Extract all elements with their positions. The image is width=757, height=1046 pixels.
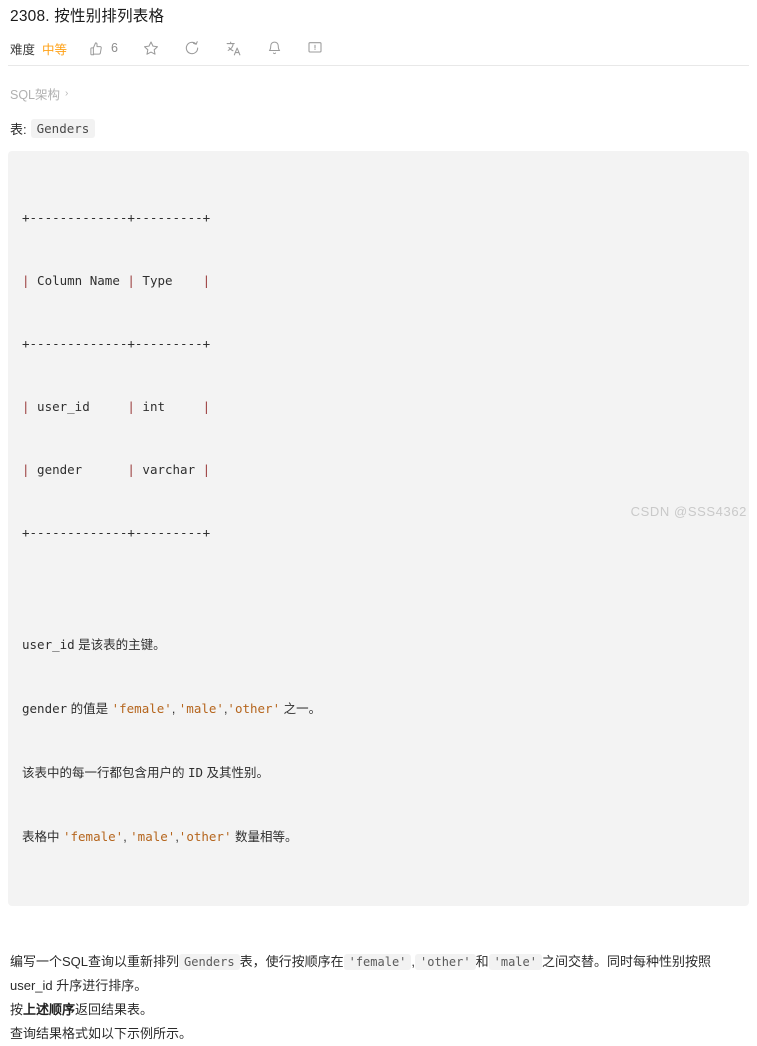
description-line-3: 查询结果格式如以下示例所示。	[10, 1026, 193, 1041]
code-note-1: gender 的值是 'female', 'male','other' 之一。	[22, 701, 322, 716]
inline-code-male: 'male'	[488, 954, 542, 970]
desc-line2-b: 返回结果表。	[75, 1002, 154, 1017]
code-row-0: | user_id | int |	[22, 399, 211, 414]
description-line-2: 按上述顺序返回结果表。	[10, 998, 749, 1022]
difficulty-label: 难度	[10, 42, 36, 57]
like-count: 6	[111, 41, 118, 55]
inline-code-genders: Genders	[179, 954, 240, 970]
translate-button[interactable]	[225, 40, 242, 57]
translate-icon	[225, 40, 242, 57]
chevron-right-icon: ›	[65, 87, 69, 99]
page-title: 2308. 按性别排列表格	[10, 8, 165, 25]
code-border-top: +-------------+---------+	[22, 210, 211, 225]
csdn-watermark: CSDN @SSS4362	[630, 504, 747, 519]
desc-line2-bold: 上述顺序	[23, 1002, 76, 1017]
difficulty-value: 中等	[42, 42, 68, 57]
share-icon	[184, 40, 200, 56]
code-row-1: | gender | varchar |	[22, 462, 211, 477]
desc-text-a: 编写一个SQL查询以重新排列	[10, 954, 180, 969]
schema-code-block: +-------------+---------+ | Column Name …	[8, 151, 749, 906]
desc-line2-a: 按	[10, 1002, 24, 1017]
bell-icon	[267, 40, 282, 56]
code-spacer	[22, 585, 735, 592]
notification-button[interactable]	[267, 40, 282, 56]
inline-code-female: 'female'	[343, 954, 412, 970]
star-icon	[143, 40, 159, 56]
problem-description: 编写一个SQL查询以重新排列 Genders 表，使行按顺序在'female','o…	[8, 950, 749, 1046]
comment-button[interactable]	[307, 40, 323, 56]
favorite-button[interactable]	[143, 40, 159, 56]
code-note-0: user_id 是该表的主键。	[22, 637, 166, 652]
code-header-row: | Column Name | Type |	[22, 273, 211, 288]
code-note-3: 表格中 'female', 'male','other' 数量相等。	[22, 829, 298, 844]
sql-schema-label: SQL架构	[10, 88, 61, 102]
share-button[interactable]	[184, 40, 200, 56]
inline-code-other: 'other'	[415, 954, 476, 970]
thumbs-up-icon	[89, 41, 104, 56]
table-prefix-label: 表:	[10, 122, 27, 137]
header-divider	[8, 65, 749, 66]
problem-page: 2308. 按性别排列表格 难度 中等 6 SQL架构 › 表: Genders…	[0, 0, 757, 1041]
comment-icon	[307, 40, 323, 56]
table-name-chip: Genders	[30, 119, 96, 138]
sql-schema-toggle[interactable]: SQL架构 ›	[8, 84, 749, 103]
description-line-1: 编写一个SQL查询以重新排列 Genders 表，使行按顺序在'female','o…	[10, 950, 749, 998]
table-name-line: 表: Genders	[8, 119, 749, 138]
desc-text-d: 和	[475, 954, 489, 969]
problem-toolbar: 难度 中等 6	[8, 33, 749, 63]
code-border-bottom: +-------------+---------+	[22, 525, 211, 540]
desc-text-b: 表，使行按顺序在	[239, 954, 344, 969]
code-note-2: 该表中的每一行都包含用户的 ID 及其性别。	[22, 765, 270, 780]
code-separator: +-------------+---------+	[22, 336, 211, 351]
like-button[interactable]: 6	[89, 41, 118, 56]
